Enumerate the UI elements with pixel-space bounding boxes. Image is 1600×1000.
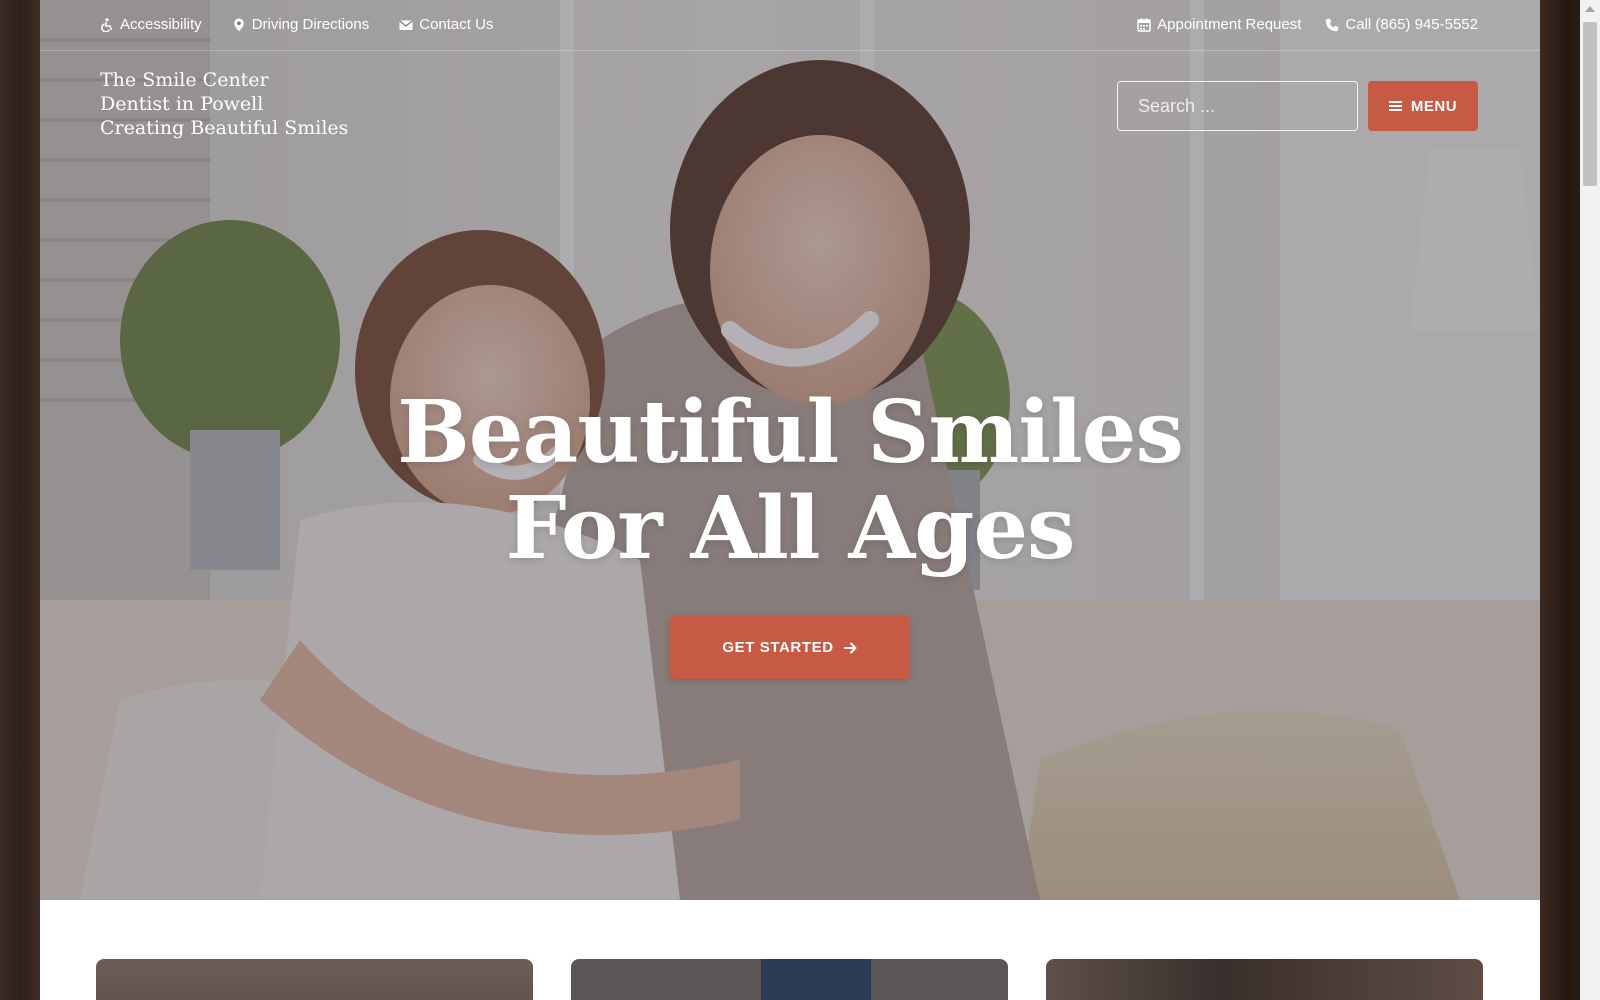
- scroll-up-arrow-icon[interactable]: [1585, 6, 1595, 12]
- search-input[interactable]: [1118, 82, 1357, 130]
- feature-card-2[interactable]: [571, 959, 1008, 1000]
- hero-headline-line-2: For All Ages: [505, 478, 1076, 579]
- get-started-label: GET STARTED: [722, 639, 834, 656]
- menu-button-label: MENU: [1410, 97, 1458, 115]
- feature-card-1[interactable]: [96, 959, 533, 1000]
- site-brand[interactable]: The Smile Center Dentist in Powell Creat…: [100, 68, 348, 140]
- map-pin-icon: [233, 18, 244, 31]
- hamburger-icon: [1388, 101, 1402, 111]
- site-container: Accessibility Driving Directions Contact…: [40, 0, 1540, 1000]
- driving-directions-label: Driving Directions: [251, 16, 370, 33]
- wheelchair-icon: [101, 17, 113, 32]
- utility-links-left: Accessibility Driving Directions Contact…: [100, 16, 493, 33]
- utility-bar: Accessibility Driving Directions Contact…: [40, 0, 1540, 51]
- call-link[interactable]: Call (865) 945-5552: [1325, 16, 1478, 33]
- phone-icon: [1326, 18, 1339, 31]
- contact-us-label: Contact Us: [419, 16, 494, 33]
- utility-links-right: Appointment Request Call (865) 945-5552: [1137, 16, 1478, 33]
- feature-card-3[interactable]: [1046, 959, 1483, 1000]
- menu-button[interactable]: MENU: [1368, 81, 1478, 131]
- appointment-request-label: Appointment Request: [1157, 16, 1302, 33]
- accessibility-link[interactable]: Accessibility: [100, 16, 202, 33]
- arrow-right-icon: [843, 642, 857, 653]
- hero-section: Accessibility Driving Directions Contact…: [40, 0, 1540, 900]
- driving-directions-link[interactable]: Driving Directions: [232, 16, 370, 33]
- scrollbar-thumb[interactable]: [1583, 22, 1597, 186]
- search-form: [1117, 81, 1358, 131]
- contact-us-link[interactable]: Contact Us: [399, 16, 493, 33]
- hero-headline-line-1: Beautiful Smiles: [397, 382, 1184, 483]
- brand-tagline-location: Dentist in Powell: [100, 93, 264, 115]
- page-scrollbar[interactable]: [1580, 0, 1600, 1000]
- envelope-icon: [399, 20, 413, 30]
- get-started-button[interactable]: GET STARTED: [669, 616, 910, 679]
- accessibility-link-label: Accessibility: [120, 16, 202, 33]
- brand-tagline-slogan: Creating Beautiful Smiles: [100, 117, 349, 139]
- calendar-icon: [1137, 18, 1151, 32]
- hero-headline: Beautiful Smiles For All Ages: [40, 385, 1540, 577]
- call-label: Call (865) 945-5552: [1345, 16, 1478, 33]
- brand-name: The Smile Center: [100, 69, 269, 91]
- appointment-request-link[interactable]: Appointment Request: [1137, 16, 1301, 33]
